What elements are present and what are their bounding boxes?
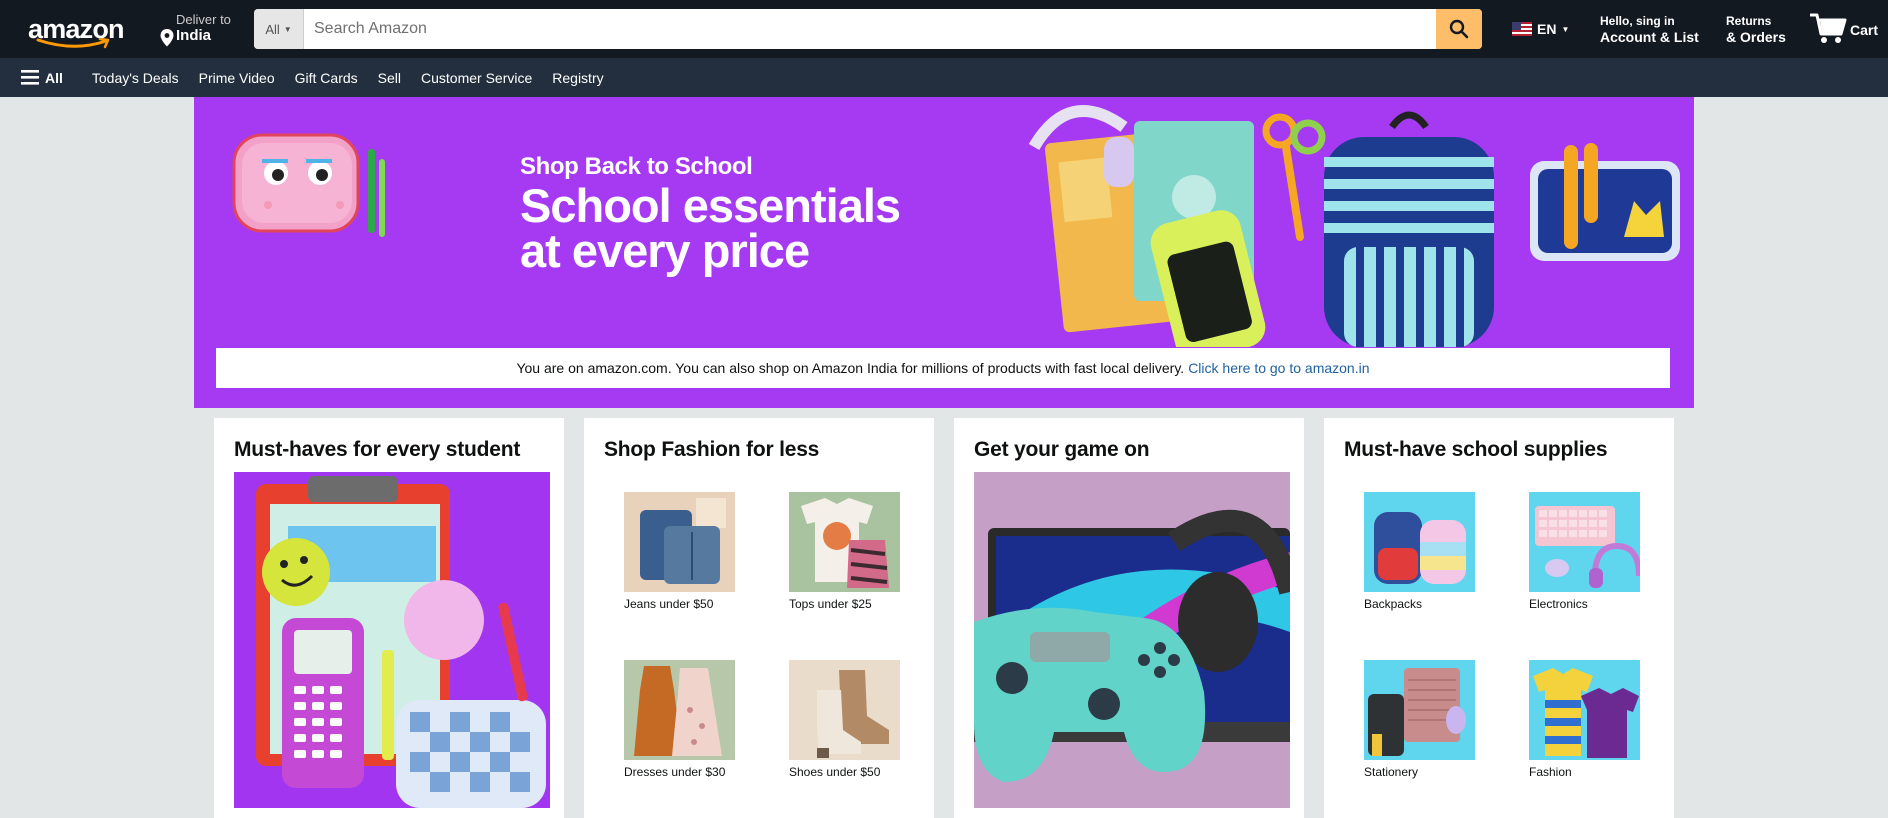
account-greeting: Hello, sing in	[1600, 14, 1675, 28]
region-notice: You are on amazon.com. You can also shop…	[216, 348, 1670, 388]
search-bar: All ▼	[254, 9, 1482, 49]
quad-item-label: Tops under $25	[789, 597, 872, 611]
search-button[interactable]	[1436, 9, 1482, 49]
card-title[interactable]: Must-have school supplies	[1344, 438, 1608, 462]
hero-banner[interactable]: Shop Back to School School essentials at…	[194, 97, 1694, 408]
account-menu[interactable]: Hello, sing in Account & List	[1600, 14, 1699, 46]
amazon-logo[interactable]: amazon	[28, 14, 132, 54]
backpacks-illustration	[1364, 492, 1475, 592]
pencil-case-image	[232, 133, 385, 237]
quad-item-dresses[interactable]: Dresses under $30	[624, 660, 764, 779]
quad-item-label: Electronics	[1529, 597, 1588, 611]
quad-item-label: Dresses under $30	[624, 765, 726, 779]
fashion-illustration	[1529, 660, 1640, 760]
quad-item-label: Stationery	[1364, 765, 1419, 779]
jeans-illustration	[624, 492, 735, 592]
smile-arrow-icon	[36, 38, 110, 49]
nav-link-gift-cards[interactable]: Gift Cards	[295, 70, 358, 86]
hero-headline: School essentials at every price	[520, 179, 901, 277]
search-category-dropdown[interactable]: All ▼	[254, 9, 304, 49]
quad-item-fashion[interactable]: Fashion	[1529, 660, 1669, 779]
backpacks-image	[1364, 492, 1475, 592]
quad-item-jeans[interactable]: Jeans under $50	[624, 492, 764, 611]
quad-item-tops[interactable]: Tops under $25	[789, 492, 929, 611]
shoes-image	[789, 660, 900, 760]
tops-illustration	[789, 492, 900, 592]
nav-link-todays-deals[interactable]: Today's Deals	[92, 70, 179, 86]
cart-button[interactable]: Cart	[1810, 10, 1878, 50]
all-menu-button[interactable]: All	[21, 70, 63, 86]
student-supplies-image[interactable]	[234, 472, 550, 808]
electronics-image	[1529, 492, 1640, 592]
deliver-to[interactable]: Deliver to India	[158, 12, 238, 48]
quad-item-shoes[interactable]: Shoes under $50	[789, 660, 929, 779]
card-title[interactable]: Shop Fashion for less	[604, 438, 819, 462]
card-get-your-game-on: Get your game on	[954, 418, 1304, 818]
tops-image	[789, 492, 900, 592]
orders-label: & Orders	[1726, 29, 1786, 45]
shoes-illustration	[789, 660, 900, 760]
quad-item-label: Jeans under $50	[624, 597, 714, 611]
quad-item-label: Fashion	[1529, 765, 1572, 779]
language-code: EN	[1537, 21, 1557, 37]
search-category-label: All	[265, 21, 280, 37]
deliver-location: India	[176, 27, 212, 44]
amazon-in-link[interactable]: Click here to go to amazon.in	[1188, 360, 1369, 376]
dresses-image	[624, 660, 735, 760]
language-selector[interactable]: EN ▼	[1512, 20, 1569, 38]
sub-navbar: All Today's Deals Prime Video Gift Cards…	[0, 58, 1888, 97]
quad-item-label: Shoes under $50	[789, 765, 881, 779]
caret-down-icon: ▼	[283, 24, 292, 34]
card-title[interactable]: Must-haves for every student	[234, 438, 520, 462]
student-supplies-illustration	[234, 472, 550, 808]
cart-icon	[1810, 13, 1847, 43]
gaming-illustration	[974, 472, 1290, 808]
quad-item-label: Backpacks	[1364, 597, 1423, 611]
card-must-haves-student: Must-haves for every student	[214, 418, 564, 818]
electronics-illustration	[1529, 492, 1640, 592]
jeans-image	[624, 492, 735, 592]
cart-label: Cart	[1850, 22, 1879, 38]
nav-link-prime-video[interactable]: Prime Video	[199, 70, 275, 86]
card-title[interactable]: Get your game on	[974, 438, 1150, 462]
notice-text: You are on amazon.com. You can also shop…	[516, 360, 1185, 376]
quad-item-backpacks[interactable]: Backpacks	[1364, 492, 1504, 611]
search-input[interactable]	[304, 9, 1432, 49]
gaming-image[interactable]	[974, 472, 1290, 808]
dresses-illustration	[624, 660, 735, 760]
returns-orders[interactable]: Returns & Orders	[1726, 14, 1786, 46]
nav-link-customer-service[interactable]: Customer Service	[421, 70, 532, 86]
search-icon	[1449, 19, 1469, 39]
returns-label: Returns	[1726, 14, 1772, 28]
quad-item-electronics[interactable]: Electronics	[1529, 492, 1669, 611]
school-products-collage-image	[1028, 105, 1680, 347]
all-menu-label: All	[45, 69, 63, 86]
hamburger-icon	[21, 70, 39, 85]
account-label: Account & List	[1600, 29, 1699, 45]
stationery-illustration	[1364, 660, 1475, 760]
deliver-label: Deliver to	[176, 12, 231, 27]
quad-item-stationery[interactable]: Stationery	[1364, 660, 1504, 779]
hero-kicker: Shop Back to School	[520, 153, 753, 180]
card-fashion-for-less: Shop Fashion for less Jeans under $50 To…	[584, 418, 934, 818]
nav-link-sell[interactable]: Sell	[378, 70, 401, 86]
nav-link-registry[interactable]: Registry	[552, 70, 603, 86]
us-flag-icon	[1512, 22, 1532, 36]
top-navbar: amazon Deliver to India All ▼ EN ▼	[0, 0, 1888, 58]
location-pin-icon	[160, 29, 174, 47]
fashion-image	[1529, 660, 1640, 760]
stationery-image	[1364, 660, 1475, 760]
card-school-supplies: Must-have school supplies Backpacks Elec…	[1324, 418, 1674, 818]
caret-down-icon: ▼	[1561, 24, 1570, 34]
